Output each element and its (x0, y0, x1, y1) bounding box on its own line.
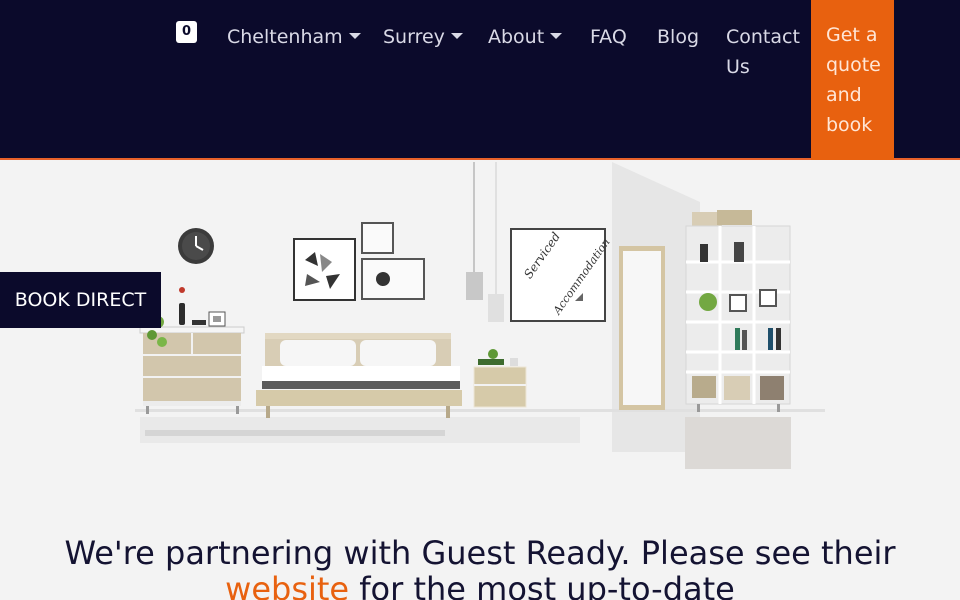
guest-ready-website-link[interactable]: website (225, 570, 349, 600)
nav-item-faq[interactable]: FAQ (590, 22, 627, 52)
nav-item-contact-us[interactable]: Contact Us (726, 22, 802, 82)
chevron-down-icon (348, 33, 361, 39)
cart-count-badge[interactable]: 0 (176, 21, 197, 43)
nav-item-cheltenham[interactable]: Cheltenham (227, 22, 361, 52)
nav-item-label: Cheltenham (227, 26, 343, 48)
standing-mirror (619, 246, 665, 410)
bed (256, 333, 462, 418)
wall-art-small (361, 222, 425, 300)
nav-item-label: Surrey (383, 26, 445, 48)
pendant-lamp (466, 162, 504, 322)
nav-item-blog[interactable]: Blog (657, 22, 699, 52)
nav-item-label: Contact Us (726, 26, 800, 78)
book-direct-button[interactable]: BOOK DIRECT (0, 272, 161, 328)
nav-item-label: Blog (657, 26, 699, 48)
notice-text-before: We're partnering with Guest Ready. Pleas… (64, 534, 896, 572)
chevron-down-icon (450, 33, 463, 39)
nav-item-about[interactable]: About (488, 22, 563, 52)
notice-text-after: for the most up-to-date (349, 570, 735, 600)
wall-clock-icon (178, 228, 214, 264)
nav-item-label: About (488, 26, 545, 48)
serviced-accommodation-frame: Serviced Accommodation (510, 228, 613, 322)
bookshelf (685, 210, 791, 412)
chevron-down-icon (550, 33, 563, 39)
wall-art-triangles (293, 238, 356, 301)
partner-notice: We're partnering with Guest Ready. Pleas… (0, 535, 960, 600)
nav-item-label: FAQ (590, 26, 627, 48)
nightstand (473, 349, 527, 408)
top-navbar: 0 Cheltenham Surrey About FAQ Blog Conta… (0, 0, 960, 160)
nav-item-surrey[interactable]: Surrey (383, 22, 463, 52)
get-quote-button[interactable]: Get a quote and book (811, 0, 894, 160)
